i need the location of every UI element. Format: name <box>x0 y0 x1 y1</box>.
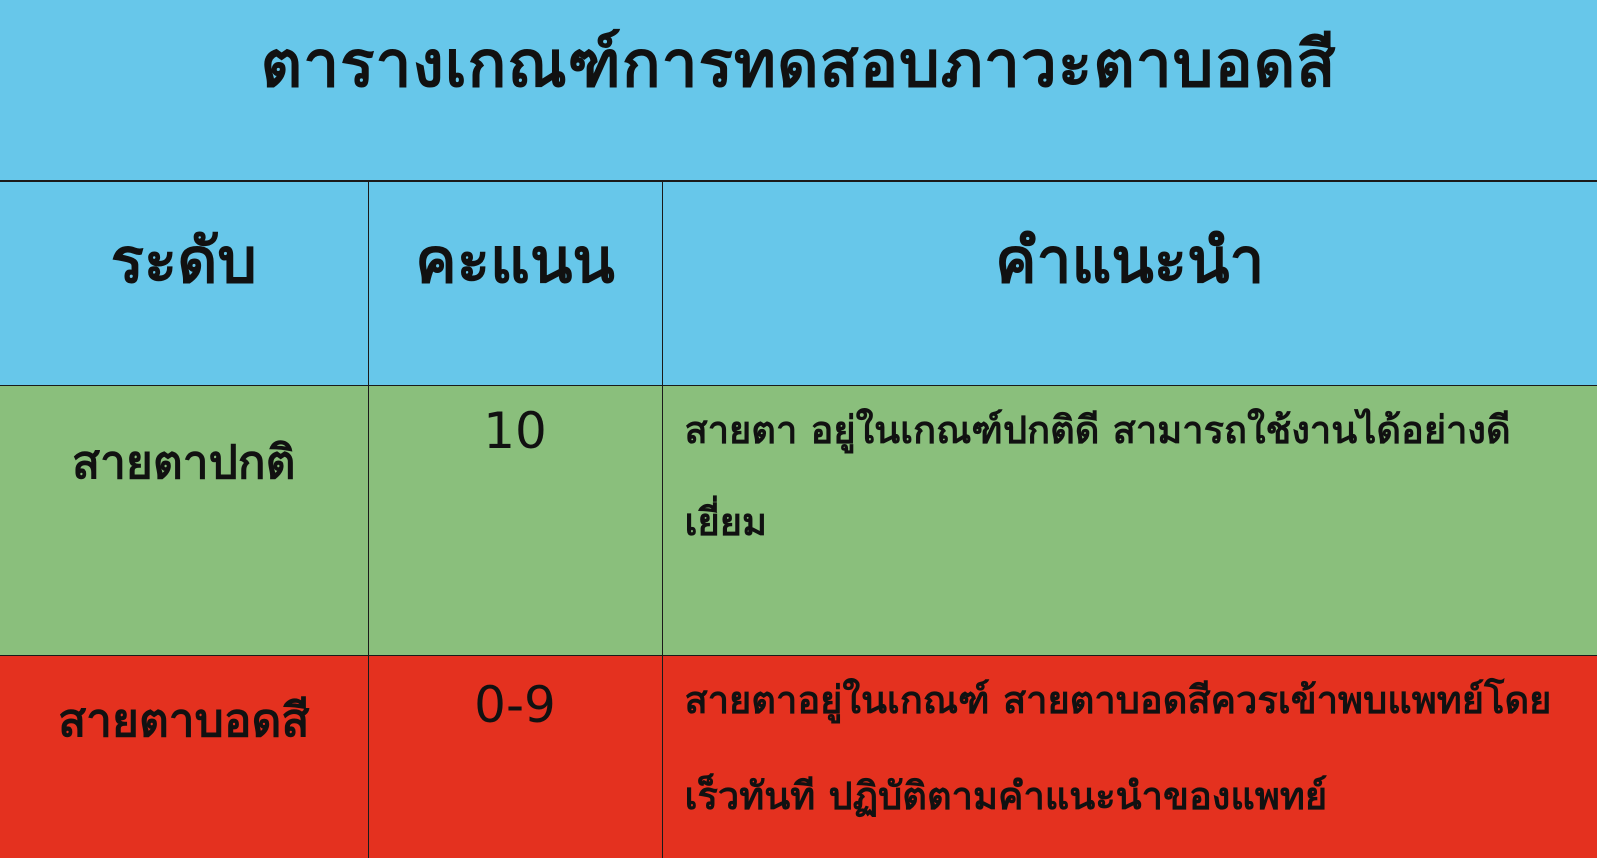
table-row-normal-vision: สายตาปกติ 10 สายตา อยู่ในเกณฑ์ปกติดี สาม… <box>0 385 1597 655</box>
cell-score: 0-9 <box>368 655 662 858</box>
advice-text: สายตา อยู่ในเกณฑ์ปกติดี สามารถใช้งานได้อ… <box>663 384 1597 568</box>
cell-level: สายตาปกติ <box>0 385 368 655</box>
page-title: ตารางเกณฑ์การทดสอบภาวะตาบอดสี <box>0 0 1597 180</box>
cell-advice: สายตาอยู่ในเกณฑ์ สายตาบอดสีควรเข้าพบแพทย… <box>662 655 1597 858</box>
score-value: 0-9 <box>369 656 662 734</box>
cell-level: สายตาบอดสี <box>0 655 368 858</box>
cell-advice: สายตา อยู่ในเกณฑ์ปกติดี สามารถใช้งานได้อ… <box>662 385 1597 655</box>
cell-score: 10 <box>368 385 662 655</box>
level-label: สายตาบอดสี <box>0 656 368 757</box>
table-header-row: ระดับ คะแนน คำแนะนำ <box>0 181 1597 385</box>
score-value: 10 <box>369 386 662 460</box>
advice-text: สายตาอยู่ในเกณฑ์ สายตาบอดสีควรเข้าพบแพทย… <box>663 652 1597 844</box>
table-row-color-blind: สายตาบอดสี 0-9 สายตาอยู่ในเกณฑ์ สายตาบอด… <box>0 655 1597 858</box>
color-blindness-criteria-table: ระดับ คะแนน คำแนะนำ สายตาปกติ 10 สายตา อ… <box>0 180 1597 858</box>
header-score: คะแนน <box>368 181 662 385</box>
header-level: ระดับ <box>0 181 368 385</box>
level-label: สายตาปกติ <box>0 386 368 499</box>
header-advice: คำแนะนำ <box>662 181 1597 385</box>
